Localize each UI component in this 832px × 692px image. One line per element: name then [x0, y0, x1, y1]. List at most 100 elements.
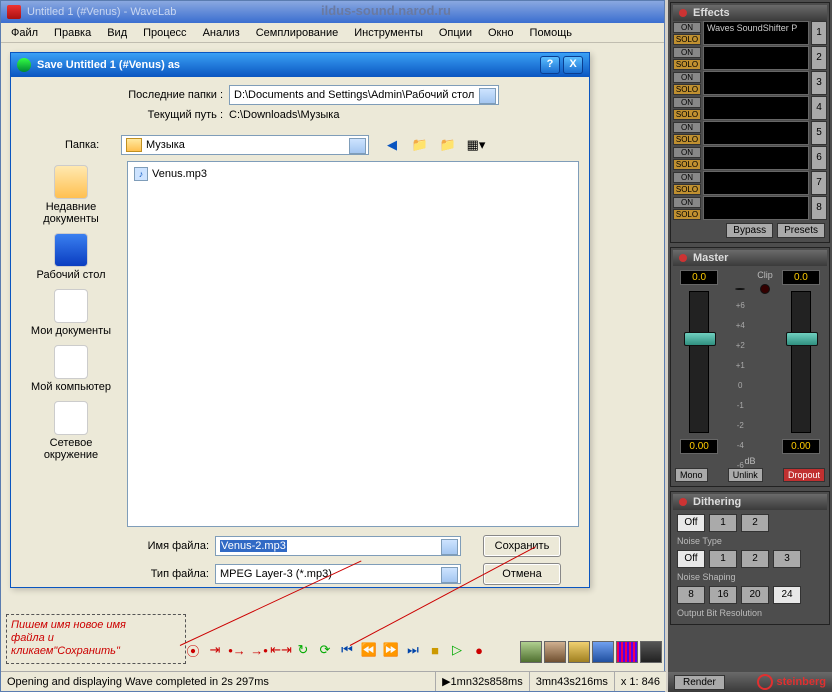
effect-num-button[interactable]: 4 [811, 96, 827, 120]
effect-solo-button[interactable]: SOLO [673, 59, 701, 70]
menu-process[interactable]: Процесс [137, 25, 192, 41]
effect-solo-button[interactable]: SOLO [673, 134, 701, 145]
menu-sampling[interactable]: Семплирование [250, 25, 345, 41]
transport-btn[interactable]: ↻ [293, 639, 313, 661]
menu-tools[interactable]: Инструменты [348, 25, 429, 41]
cancel-button[interactable]: Отмена [483, 563, 561, 585]
outlevel-right: 0.00 [782, 439, 820, 454]
effect-slot[interactable]: Waves SoundShifter P [703, 21, 809, 45]
filetype-combo[interactable]: MPEG Layer-3 (*.mp3) [215, 564, 461, 584]
effect-slot[interactable] [703, 121, 809, 145]
meter-button[interactable] [640, 641, 662, 663]
effect-on-button[interactable]: ON [673, 72, 701, 83]
effect-num-button[interactable]: 7 [811, 171, 827, 195]
dither-off-button[interactable]: Off [677, 514, 705, 532]
menu-window[interactable]: Окно [482, 25, 520, 41]
place-network[interactable]: Сетевое окружение [26, 401, 116, 461]
mono-button[interactable]: Mono [675, 468, 708, 482]
help-button[interactable]: ? [540, 56, 560, 74]
effect-solo-button[interactable]: SOLO [673, 109, 701, 120]
fader-handle[interactable] [684, 332, 716, 346]
effect-num-button[interactable]: 2 [811, 46, 827, 70]
meter-button[interactable] [520, 641, 542, 663]
rewind-button[interactable]: ⏪ [359, 639, 379, 661]
effect-on-button[interactable]: ON [673, 97, 701, 108]
effect-solo-button[interactable]: SOLO [673, 209, 701, 220]
bit-20[interactable]: 20 [741, 586, 769, 604]
presets-button[interactable]: Presets [777, 223, 825, 238]
bypass-button[interactable]: Bypass [726, 223, 773, 238]
fader-left[interactable] [689, 291, 709, 433]
view-button[interactable]: ▦▾ [465, 135, 487, 155]
fader-handle[interactable] [786, 332, 818, 346]
effect-num-button[interactable]: 5 [811, 121, 827, 145]
transport-btn[interactable]: →• [249, 639, 269, 661]
transport-btn[interactable]: ⟳ [315, 639, 335, 661]
effect-slot[interactable] [703, 146, 809, 170]
up-button[interactable]: 📁 [409, 135, 431, 155]
bit-24[interactable]: 24 [773, 586, 801, 604]
effect-on-button[interactable]: ON [673, 47, 701, 58]
effect-on-button[interactable]: ON [673, 197, 701, 208]
effect-solo-button[interactable]: SOLO [673, 159, 701, 170]
stop-button[interactable]: ■ [425, 639, 445, 661]
forward-button[interactable]: ⏩ [381, 639, 401, 661]
effect-num-button[interactable]: 8 [811, 196, 827, 220]
meter-button[interactable] [592, 641, 614, 663]
place-desktop[interactable]: Рабочий стол [26, 233, 116, 281]
menu-help[interactable]: Помощь [524, 25, 579, 41]
shaping-3[interactable]: 3 [773, 550, 801, 568]
skip-end-button[interactable]: ⏭ [403, 639, 423, 661]
effect-on-button[interactable]: ON [673, 147, 701, 158]
effect-slot[interactable] [703, 71, 809, 95]
effect-solo-button[interactable]: SOLO [673, 184, 701, 195]
effect-on-button[interactable]: ON [673, 172, 701, 183]
effect-num-button[interactable]: 1 [811, 21, 827, 45]
effect-slot[interactable] [703, 171, 809, 195]
effect-slot[interactable] [703, 196, 809, 220]
file-item[interactable]: ♪Venus.mp3 [132, 166, 574, 182]
menu-options[interactable]: Опции [433, 25, 478, 41]
effect-on-button[interactable]: ON [673, 22, 701, 33]
shaping-1[interactable]: 1 [709, 550, 737, 568]
menu-file[interactable]: Файл [5, 25, 44, 41]
effect-slot[interactable] [703, 96, 809, 120]
place-recent[interactable]: Недавние документы [26, 165, 116, 225]
noise-type-1[interactable]: 1 [709, 514, 737, 532]
meter-button[interactable] [616, 641, 638, 663]
effect-num-button[interactable]: 6 [811, 146, 827, 170]
dropout-button[interactable]: Dropout [783, 468, 825, 482]
filename-input[interactable]: Venus-2.mp3 [215, 536, 461, 556]
transport-btn[interactable]: ⇥ [205, 639, 225, 661]
bit-8[interactable]: 8 [677, 586, 705, 604]
place-mydocs[interactable]: Мои документы [26, 289, 116, 337]
fader-right[interactable] [791, 291, 811, 433]
shaping-2[interactable]: 2 [741, 550, 769, 568]
place-mycomputer[interactable]: Мой компьютер [26, 345, 116, 393]
meter-button[interactable] [544, 641, 566, 663]
close-button[interactable]: X [563, 56, 583, 74]
meter-button[interactable] [568, 641, 590, 663]
record-button[interactable]: ● [469, 639, 489, 661]
noise-type-2[interactable]: 2 [741, 514, 769, 532]
effect-num-button[interactable]: 3 [811, 71, 827, 95]
play-button[interactable]: ▷ [447, 639, 467, 661]
transport-btn[interactable]: •→ [227, 639, 247, 661]
effect-solo-button[interactable]: SOLO [673, 84, 701, 95]
render-button[interactable]: Render [674, 675, 725, 690]
menu-edit[interactable]: Правка [48, 25, 97, 41]
back-button[interactable]: ◀ [381, 135, 403, 155]
shaping-off-button[interactable]: Off [677, 550, 705, 568]
recent-folders-combo[interactable]: D:\Documents and Settings\Admin\Рабочий … [229, 85, 499, 105]
effect-slot[interactable] [703, 46, 809, 70]
menu-analysis[interactable]: Анализ [197, 25, 246, 41]
folder-combo[interactable]: Музыка [121, 135, 369, 155]
menu-view[interactable]: Вид [101, 25, 133, 41]
file-list[interactable]: ♪Venus.mp3 [127, 161, 579, 527]
transport-btn[interactable]: ⇤⇥ [271, 639, 291, 661]
bit-16[interactable]: 16 [709, 586, 737, 604]
new-folder-button[interactable]: 📁 [437, 135, 459, 155]
unlink-button[interactable]: Unlink [728, 468, 763, 482]
effect-on-button[interactable]: ON [673, 122, 701, 133]
effect-solo-button[interactable]: SOLO [673, 34, 701, 45]
